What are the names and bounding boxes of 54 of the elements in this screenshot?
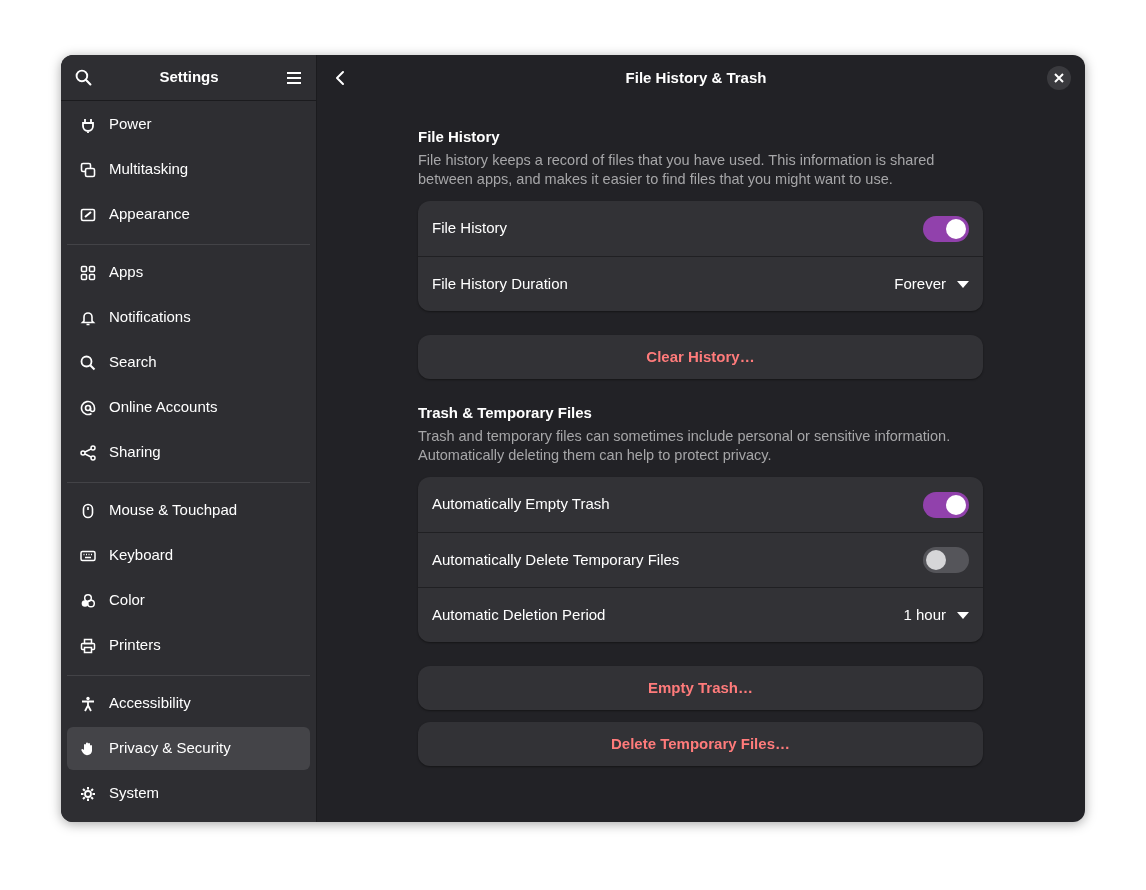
share-icon	[80, 444, 96, 461]
caret-icon	[957, 611, 969, 619]
row-label: File History Duration	[432, 273, 568, 294]
at-sign-icon	[80, 399, 96, 416]
person-icon	[80, 695, 96, 712]
sidebar-item[interactable]: Online Accounts	[67, 386, 310, 429]
menu-icon[interactable]	[286, 70, 302, 85]
toggle-switch[interactable]	[923, 215, 969, 242]
sidebar-item[interactable]: System	[67, 772, 310, 815]
caret-icon	[957, 280, 969, 288]
sidebar-item[interactable]: Appearance	[67, 193, 310, 236]
destructive-button[interactable]: Empty Trash…	[418, 666, 983, 710]
sidebar-item[interactable]: Power	[67, 103, 310, 146]
sidebar-title: Settings	[159, 67, 219, 88]
dropdown[interactable]: 1 hour	[903, 603, 969, 627]
destructive-button[interactable]: Clear History…	[418, 335, 983, 379]
section-heading: Trash & Temporary Files	[418, 403, 593, 423]
row-label: Automatic Deletion Period	[432, 604, 606, 625]
sidebar-item[interactable]: Keyboard	[67, 534, 310, 577]
sidebar-item[interactable]: Sharing	[67, 431, 310, 474]
back-icon[interactable]	[335, 70, 345, 86]
mouse-icon	[80, 502, 96, 519]
toggle-switch[interactable]	[923, 491, 969, 518]
sidebar-item[interactable]: Privacy & Security	[67, 727, 310, 770]
search-icon[interactable]	[75, 69, 92, 86]
close-button[interactable]	[1047, 66, 1071, 90]
sidebar-item[interactable]: Multitasking	[67, 148, 310, 191]
windows-icon	[80, 161, 96, 178]
gear-icon	[80, 785, 96, 802]
circles-icon	[80, 592, 96, 609]
page-title: File History & Trash	[624, 67, 768, 88]
sidebar-item[interactable]: Mouse & Touchpad	[67, 489, 310, 532]
destructive-button[interactable]: Delete Temporary Files…	[418, 722, 983, 766]
display-icon	[80, 206, 96, 223]
row-label: Automatically Delete Temporary Files	[432, 549, 680, 570]
bell-icon	[80, 309, 96, 326]
sidebar-item[interactable]: Search	[67, 341, 310, 384]
plug-icon	[80, 116, 96, 133]
sidebar-item[interactable]: Color	[67, 579, 310, 622]
section-heading: File History	[418, 127, 501, 147]
section-description: File history keeps a record of files that you have used. This information is shared between apps, and makes it easier to find files that you might want to use.	[418, 151, 936, 189]
search-icon	[80, 354, 96, 371]
row-label: Automatically Empty Trash	[432, 494, 610, 515]
printer-icon	[80, 637, 96, 654]
toggle-switch[interactable]	[923, 547, 969, 573]
sidebar-item[interactable]: Printers	[67, 624, 310, 667]
sidebar-item[interactable]: Notifications	[67, 296, 310, 339]
row-label: File History	[432, 218, 507, 239]
dropdown[interactable]: Forever	[894, 272, 969, 296]
sidebar-item[interactable]: Apps	[67, 251, 310, 294]
sidebar-item[interactable]: Accessibility	[67, 682, 310, 725]
section-description: Trash and temporary files can sometimes include personal or sensitive information. Automatically deleting them can help to protect privacy.	[418, 427, 952, 465]
close-icon	[1054, 73, 1064, 83]
grid-icon	[80, 264, 96, 281]
